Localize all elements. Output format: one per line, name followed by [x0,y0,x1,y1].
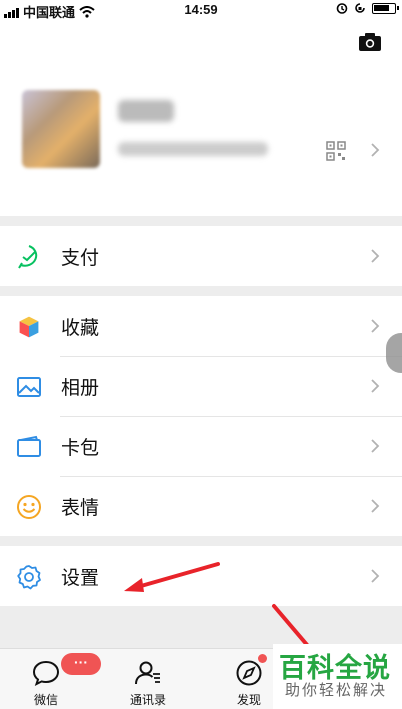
smiley-icon [17,495,41,519]
tab-label-contacts: 通讯录 [129,693,166,707]
watermark: 百科全说 助你轻松解决 [273,644,402,709]
status-right [336,2,399,14]
chevron-right-icon [371,249,380,263]
compass-icon [236,660,262,686]
tab-label-chats: 微信 [33,693,58,707]
menu-item-favorites[interactable]: 收藏 [0,296,402,356]
chevron-right-icon [371,499,380,513]
qr-code-icon[interactable] [326,141,346,161]
menu-label-cards: 卡包 [61,437,100,459]
contacts-icon [135,661,160,685]
tab-chats[interactable]: ··· 微信 [6,649,101,709]
menu-item-pay[interactable]: 支付 [0,226,402,286]
collection-group: 收藏 相册 卡包 表情 [0,296,402,536]
assistive-touch-handle[interactable] [386,333,402,373]
chevron-right-icon [371,439,380,453]
alarm-icon [336,3,348,14]
wechat-id-redacted [118,142,268,156]
watermark-subtitle: 助你轻松解决 [285,682,388,699]
chevron-right-icon [371,379,380,393]
chevron-right-icon [371,319,380,333]
menu-item-album[interactable]: 相册 [0,356,402,416]
pay-group: 支付 [0,226,402,286]
rotation-lock-icon [355,3,365,13]
menu-item-cards[interactable]: 卡包 [0,416,402,476]
menu-label-pay: 支付 [61,247,100,269]
avatar[interactable] [22,90,100,168]
menu-item-settings[interactable]: 设置 [0,546,402,606]
chevron-right-icon [371,569,380,583]
camera-icon[interactable] [358,32,382,52]
card-wallet-icon [17,435,41,457]
menu-label-settings: 设置 [61,567,100,589]
album-icon [17,377,41,397]
unread-badge: ··· [61,653,101,675]
menu-item-stickers[interactable]: 表情 [0,476,402,536]
annotation-arrow-secondary [272,604,310,648]
profile-header[interactable] [0,20,402,216]
tab-contacts[interactable]: 通讯录 [108,649,188,709]
nickname-redacted [118,100,174,122]
menu-label-stickers: 表情 [61,497,100,519]
status-bar: 中国联通 14:59 [0,0,402,20]
battery-icon [372,2,399,14]
pay-icon [18,245,38,269]
settings-group: 设置 [0,546,402,606]
chat-bubble-icon [32,660,60,686]
menu-label-favorites: 收藏 [61,317,100,339]
menu-label-album: 相册 [61,377,100,399]
gear-icon [17,565,41,590]
chevron-right-icon [371,143,380,157]
favorites-cube-icon [18,315,40,339]
discover-red-dot [258,654,267,663]
